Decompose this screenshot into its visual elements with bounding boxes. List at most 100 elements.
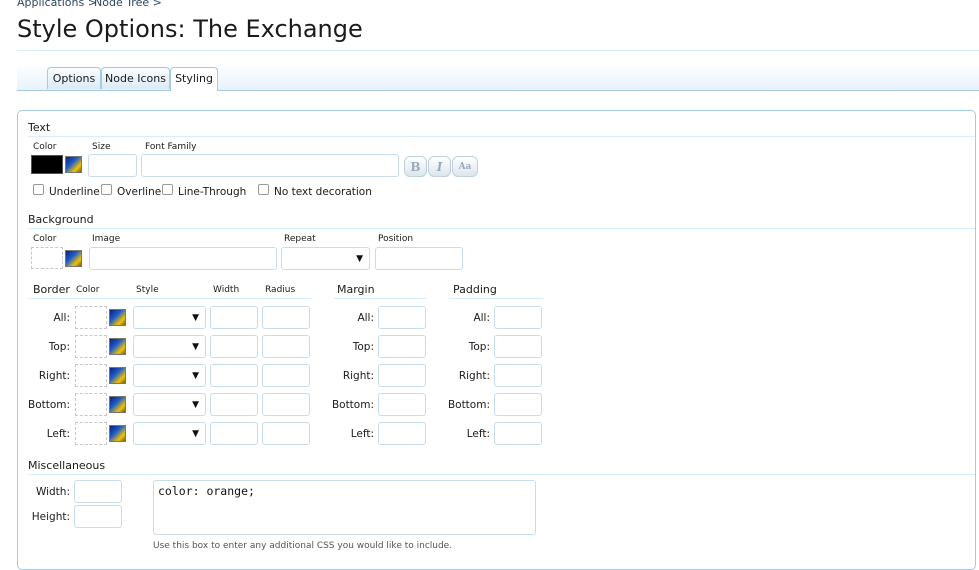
border-all-style-select[interactable]: ▼	[133, 306, 206, 329]
margin-left-label: Left:	[350, 428, 374, 440]
tab-styling[interactable]: Styling	[170, 67, 218, 91]
margin-all-input[interactable]	[378, 306, 426, 329]
padding-top-input[interactable]	[494, 335, 542, 358]
padding-all-input[interactable]	[494, 306, 542, 329]
border-all-color-swatch[interactable]	[75, 306, 107, 329]
underline-checkbox[interactable]	[33, 184, 44, 195]
color-picker-icon[interactable]	[109, 309, 126, 326]
color-picker-icon[interactable]	[65, 156, 82, 173]
border-all-label: All:	[53, 312, 70, 324]
bg-repeat-label: Repeat	[284, 234, 316, 244]
border-color-label: Color	[76, 285, 100, 295]
padding-heading: Padding	[453, 283, 497, 296]
padding-left-input[interactable]	[494, 422, 542, 445]
border-bottom-label: Bottom:	[28, 399, 71, 411]
custom-css-hint: Use this box to enter any additional CSS…	[153, 541, 453, 551]
overline-checkbox[interactable]	[101, 184, 112, 195]
padding-rule	[450, 298, 543, 299]
line-through-checkbox[interactable]	[162, 184, 173, 195]
border-left-label: Left:	[46, 428, 70, 440]
tab-node-icons[interactable]: Node Icons	[101, 67, 170, 89]
border-all-radius-input[interactable]	[262, 306, 310, 329]
font-family-input[interactable]	[141, 154, 399, 177]
border-top-radius-input[interactable]	[262, 335, 310, 358]
padding-all-label: All:	[473, 312, 490, 324]
border-heading: Border	[33, 283, 70, 296]
dropdown-arrow-icon: ▼	[192, 399, 199, 410]
text-size-label: Size	[92, 142, 111, 152]
bg-repeat-select[interactable]: ▼	[281, 247, 370, 270]
border-right-radius-input[interactable]	[262, 364, 310, 387]
background-rule	[28, 228, 975, 229]
border-bottom-color-swatch[interactable]	[75, 393, 107, 416]
margin-bottom-input[interactable]	[378, 393, 426, 416]
bg-color-label: Color	[33, 234, 57, 244]
border-left-color-swatch[interactable]	[75, 422, 107, 445]
margin-top-input[interactable]	[378, 335, 426, 358]
dropdown-arrow-icon: ▼	[192, 341, 199, 352]
border-bottom-style-select[interactable]: ▼	[133, 393, 206, 416]
border-rule	[28, 298, 311, 299]
border-top-style-select[interactable]: ▼	[133, 335, 206, 358]
padding-bottom-input[interactable]	[494, 393, 542, 416]
misc-width-label: Width:	[35, 486, 70, 498]
italic-button[interactable]: I	[428, 156, 451, 177]
title-divider	[17, 50, 979, 51]
color-picker-icon[interactable]	[65, 250, 82, 267]
color-picker-icon[interactable]	[109, 338, 126, 355]
dropdown-arrow-icon: ▼	[192, 370, 199, 381]
border-style-label: Style	[136, 285, 159, 295]
misc-heading: Miscellaneous	[28, 459, 106, 472]
overline-label: Overline	[117, 186, 162, 198]
margin-top-label: Top:	[352, 341, 374, 353]
border-left-style-select[interactable]: ▼	[133, 422, 206, 445]
border-bottom-width-input[interactable]	[210, 393, 258, 416]
bg-image-input[interactable]	[89, 247, 277, 270]
small-caps-button[interactable]: Aa	[452, 156, 478, 177]
bg-position-input[interactable]	[375, 247, 463, 270]
color-picker-icon[interactable]	[109, 425, 126, 442]
text-size-input[interactable]	[88, 154, 137, 177]
bg-color-swatch[interactable]	[31, 247, 63, 269]
border-right-style-select[interactable]: ▼	[133, 364, 206, 387]
misc-rule	[28, 474, 975, 475]
margin-rule	[334, 298, 426, 299]
margin-heading: Margin	[337, 283, 375, 296]
margin-right-label: Right:	[342, 370, 374, 382]
padding-right-input[interactable]	[494, 364, 542, 387]
underline-label: Underline	[49, 186, 100, 198]
dropdown-arrow-icon: ▼	[356, 253, 363, 264]
border-bottom-radius-input[interactable]	[262, 393, 310, 416]
border-left-radius-input[interactable]	[262, 422, 310, 445]
border-right-width-input[interactable]	[210, 364, 258, 387]
padding-top-label: Top:	[468, 341, 490, 353]
border-top-color-swatch[interactable]	[75, 335, 107, 358]
no-decoration-label: No text decoration	[274, 186, 372, 198]
margin-all-label: All:	[357, 312, 374, 324]
bold-button[interactable]: B	[404, 156, 427, 177]
border-top-width-input[interactable]	[210, 335, 258, 358]
margin-right-input[interactable]	[378, 364, 426, 387]
misc-height-input[interactable]	[74, 505, 122, 528]
color-picker-icon[interactable]	[109, 396, 126, 413]
text-color-label: Color	[33, 142, 57, 152]
border-all-width-input[interactable]	[210, 306, 258, 329]
border-right-color-swatch[interactable]	[75, 364, 107, 387]
text-color-swatch[interactable]	[31, 155, 63, 174]
dropdown-arrow-icon: ▼	[192, 312, 199, 323]
bg-position-label: Position	[378, 234, 414, 244]
border-left-width-input[interactable]	[210, 422, 258, 445]
margin-left-input[interactable]	[378, 422, 426, 445]
padding-right-label: Right:	[458, 370, 490, 382]
misc-width-input[interactable]	[74, 480, 122, 503]
text-heading: Text	[28, 121, 51, 134]
breadcrumb-applications[interactable]: Applications >	[17, 0, 97, 9]
color-picker-icon[interactable]	[109, 367, 126, 384]
tab-options[interactable]: Options	[47, 67, 101, 89]
page-title: Style Options: The Exchange	[17, 15, 363, 43]
font-family-label: Font Family	[145, 142, 197, 152]
no-decoration-checkbox[interactable]	[258, 184, 269, 195]
custom-css-textarea[interactable]: color: orange;	[153, 480, 536, 535]
breadcrumb-node-tree[interactable]: Node Tree >	[94, 0, 162, 9]
line-through-label: Line-Through	[178, 186, 247, 198]
